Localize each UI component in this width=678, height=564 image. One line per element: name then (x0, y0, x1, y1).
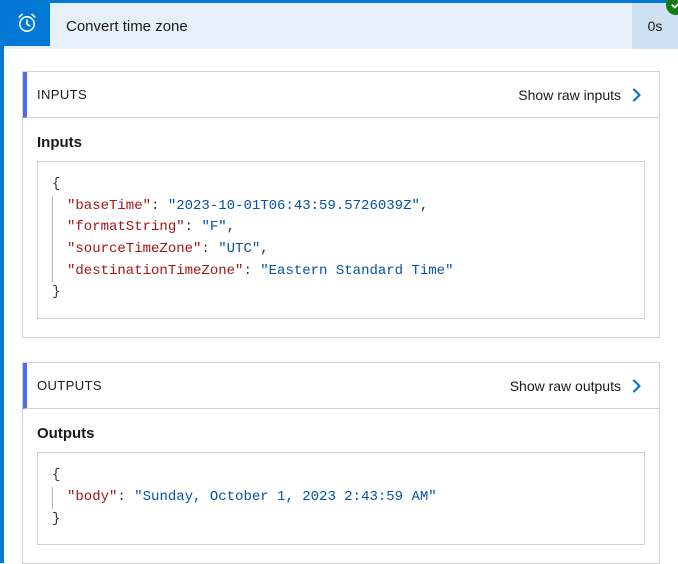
json-key: "baseTime" (67, 198, 151, 214)
json-value: "Eastern Standard Time" (260, 263, 453, 279)
show-raw-inputs-link[interactable]: Show raw inputs (518, 87, 621, 103)
inputs-panel-body: Inputs { "baseTime": "2023-10-01T06:43:5… (23, 118, 659, 337)
json-value: "Sunday, October 1, 2023 2:43:59 AM" (134, 489, 436, 505)
action-header: Convert time zone 0s (4, 3, 678, 49)
json-value: "UTC" (218, 241, 260, 257)
outputs-panel-body: Outputs { "body": "Sunday, October 1, 20… (23, 409, 659, 563)
json-key: "destinationTimeZone" (67, 263, 243, 279)
content-area: INPUTS Show raw inputs Inputs { "baseTim… (4, 49, 678, 564)
outputs-json-box: { "body": "Sunday, October 1, 2023 2:43:… (37, 452, 645, 545)
outputs-header-title: OUTPUTS (37, 378, 510, 393)
json-value: "F" (201, 219, 226, 235)
show-raw-outputs-link[interactable]: Show raw outputs (510, 378, 621, 394)
chevron-right-icon[interactable] (629, 87, 645, 103)
json-key: "formatString" (67, 219, 185, 235)
inputs-header-title: INPUTS (37, 87, 518, 102)
json-key: "body" (67, 489, 117, 505)
alarm-clock-icon (4, 0, 50, 46)
inputs-panel-header: INPUTS Show raw inputs (23, 72, 659, 118)
inputs-panel: INPUTS Show raw inputs Inputs { "baseTim… (22, 71, 660, 338)
chevron-right-icon[interactable] (629, 378, 645, 394)
outputs-body-title: Outputs (37, 425, 645, 442)
outputs-panel: OUTPUTS Show raw outputs Outputs { "body… (22, 362, 660, 564)
action-title: Convert time zone (50, 3, 632, 49)
json-key: "sourceTimeZone" (67, 241, 201, 257)
inputs-body-title: Inputs (37, 134, 645, 151)
json-value: "2023-10-01T06:43:59.5726039Z" (168, 198, 420, 214)
inputs-json-box: { "baseTime": "2023-10-01T06:43:59.57260… (37, 161, 645, 319)
outputs-panel-header: OUTPUTS Show raw outputs (23, 363, 659, 409)
